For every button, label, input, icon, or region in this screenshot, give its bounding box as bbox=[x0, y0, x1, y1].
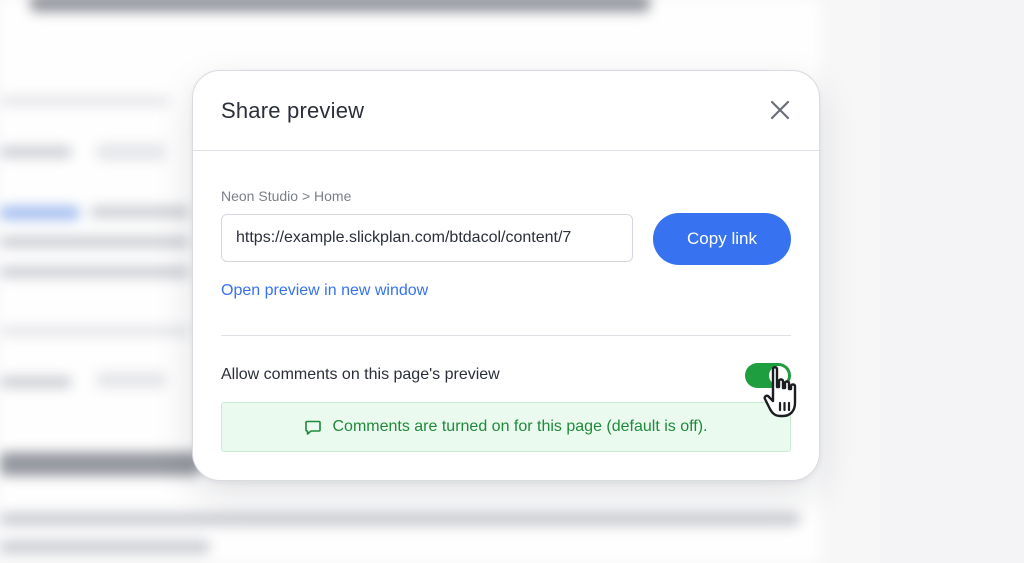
background-link bbox=[0, 206, 80, 220]
background-line bbox=[0, 266, 190, 278]
background-line bbox=[0, 236, 190, 248]
background-line bbox=[0, 146, 72, 158]
allow-comments-label: Allow comments on this page's preview bbox=[221, 366, 500, 383]
background-heading bbox=[30, 0, 650, 12]
background-line bbox=[0, 540, 210, 554]
notice-text: Comments are turned on for this page (de… bbox=[332, 418, 708, 435]
background-side-panel bbox=[880, 0, 1024, 563]
breadcrumb: Neon Studio > Home bbox=[221, 188, 352, 204]
copy-link-button[interactable]: Copy link bbox=[653, 213, 791, 265]
background-heading bbox=[0, 452, 200, 476]
close-icon[interactable] bbox=[767, 97, 793, 123]
comments-notice: Comments are turned on for this page (de… bbox=[221, 402, 791, 452]
background-field bbox=[96, 372, 166, 388]
background-line bbox=[90, 206, 190, 218]
share-preview-dialog: Share preview Neon Studio > Home Copy li… bbox=[192, 70, 820, 481]
allow-comments-toggle[interactable] bbox=[745, 363, 791, 388]
divider bbox=[221, 335, 791, 336]
background-line bbox=[0, 96, 170, 106]
open-preview-link[interactable]: Open preview in new window bbox=[221, 282, 428, 300]
background-line bbox=[0, 326, 190, 336]
comment-icon bbox=[304, 418, 322, 436]
background-line bbox=[0, 512, 800, 526]
dialog-header: Share preview bbox=[193, 71, 819, 151]
preview-url-field[interactable] bbox=[221, 214, 633, 262]
background-field bbox=[96, 144, 166, 160]
toggle-knob bbox=[769, 366, 788, 385]
dialog-title: Share preview bbox=[221, 98, 365, 123]
background-line bbox=[0, 376, 72, 388]
